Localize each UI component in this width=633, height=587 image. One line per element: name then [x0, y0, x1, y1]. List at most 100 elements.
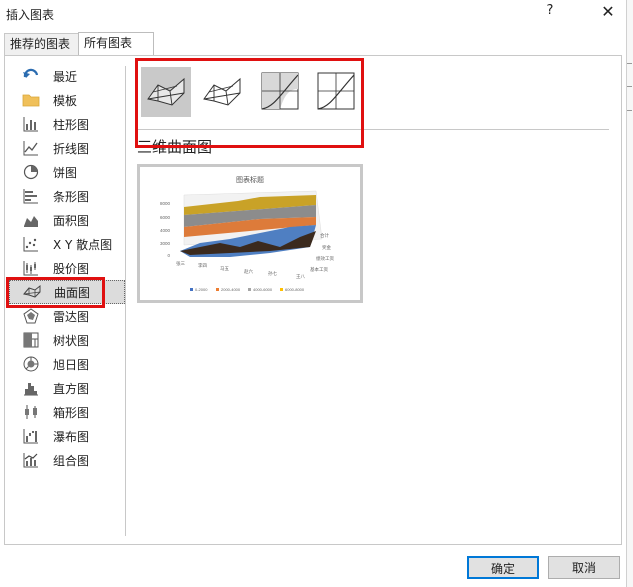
category-label: 瀑布图	[53, 429, 90, 444]
legend-label: 4000-6000	[253, 287, 273, 292]
radar-chart-icon	[21, 307, 41, 325]
category-label: 直方图	[53, 381, 90, 396]
folder-icon	[21, 91, 41, 109]
category-label: 折线图	[53, 141, 90, 156]
category-label: 旭日图	[53, 357, 90, 372]
category-label: X Y 散点图	[53, 237, 113, 252]
preview-y-tick: 3000	[160, 241, 171, 246]
contour-icon	[260, 71, 300, 114]
preview-depth-label: 奖金	[322, 244, 331, 251]
subtype-3d-surface[interactable]	[141, 67, 191, 117]
category-recent[interactable]: 最近	[9, 64, 125, 88]
category-line[interactable]: 折线图	[9, 136, 125, 160]
3d-surface-icon	[144, 71, 188, 114]
chart-preview[interactable]: 图表标题 8000 6000 4000 3000 0 张三 李四 马五 赵六 孙…	[137, 164, 363, 303]
surface-chart-icon	[22, 283, 42, 301]
category-label: 箱形图	[53, 405, 90, 420]
legend-label: 6000-8000	[285, 287, 305, 292]
category-label: 条形图	[53, 189, 90, 204]
preview-x-label: 孙七	[268, 270, 277, 276]
category-label: 雷达图	[53, 309, 90, 324]
preview-depth-label: 基本工资	[310, 266, 328, 273]
background-edge-mark	[627, 86, 632, 87]
category-bar[interactable]: 条形图	[9, 184, 125, 208]
treemap-chart-icon	[21, 331, 41, 349]
preview-chart-title: 图表标题	[236, 175, 264, 184]
category-box-whisker[interactable]: 箱形图	[9, 400, 125, 424]
area-chart-icon	[21, 211, 41, 229]
subtype-contour[interactable]	[255, 67, 305, 117]
dialog-title: 插入图表	[6, 8, 55, 22]
preview-y-tick: 8000	[160, 201, 171, 206]
ok-button[interactable]: 确定	[467, 556, 539, 579]
surface-subtype-gallery	[137, 64, 367, 120]
category-label: 最近	[53, 69, 78, 84]
column-chart-icon	[21, 115, 41, 133]
category-label: 柱形图	[53, 117, 90, 132]
preview-x-label: 赵六	[244, 268, 253, 275]
close-button[interactable]: ✕	[598, 2, 618, 24]
stock-chart-icon	[21, 259, 41, 277]
category-sunburst[interactable]: 旭日图	[9, 352, 125, 376]
subtype-wireframe-3d-surface[interactable]	[197, 67, 247, 117]
category-area[interactable]: 面积图	[9, 208, 125, 232]
chart-category-list: 最近 模板 柱形图 折线图 饼图 条形图 面积图 X Y 散点图 股价图 曲面图…	[9, 64, 125, 472]
histogram-chart-icon	[21, 379, 41, 397]
waterfall-chart-icon	[21, 427, 41, 445]
gallery-divider	[137, 129, 609, 130]
legend-label: 2000-4000	[221, 287, 241, 292]
category-radar[interactable]: 雷达图	[9, 304, 125, 328]
category-label: 模板	[53, 93, 78, 108]
category-templates[interactable]: 模板	[9, 88, 125, 112]
category-surface[interactable]: 曲面图	[9, 280, 125, 304]
category-treemap[interactable]: 树状图	[9, 328, 125, 352]
preview-x-label: 马五	[220, 265, 229, 272]
preview-depth-label: 合计	[320, 232, 329, 239]
wireframe-contour-icon	[316, 71, 356, 114]
line-chart-icon	[21, 139, 41, 157]
panel-divider	[125, 66, 126, 536]
legend-swatch	[190, 288, 193, 291]
box-whisker-chart-icon	[21, 403, 41, 421]
sunburst-chart-icon	[21, 355, 41, 373]
legend-swatch	[248, 288, 251, 291]
category-pie[interactable]: 饼图	[9, 160, 125, 184]
category-label: 组合图	[53, 453, 90, 468]
subtype-wireframe-contour[interactable]	[311, 67, 361, 117]
title-bar: 插入图表 ? ✕	[0, 0, 633, 30]
background-edge-mark	[627, 63, 632, 64]
category-label: 曲面图	[54, 285, 91, 300]
legend-swatch	[280, 288, 283, 291]
category-waterfall[interactable]: 瀑布图	[9, 424, 125, 448]
combo-chart-icon	[21, 451, 41, 469]
category-combo[interactable]: 组合图	[9, 448, 125, 472]
undo-arrow-icon	[21, 67, 41, 85]
category-label: 面积图	[53, 213, 90, 228]
wireframe-3d-surface-icon	[200, 71, 244, 114]
category-label: 饼图	[53, 165, 78, 180]
scatter-chart-icon	[21, 235, 41, 253]
category-column[interactable]: 柱形图	[9, 112, 125, 136]
category-label: 股价图	[53, 261, 90, 276]
background-window-edge	[626, 0, 633, 587]
preview-x-label: 李四	[198, 262, 207, 268]
cancel-button[interactable]: 取消	[548, 556, 620, 579]
all-charts-panel: 最近 模板 柱形图 折线图 饼图 条形图 面积图 X Y 散点图 股价图 曲面图…	[4, 55, 622, 545]
preview-y-tick: 0	[167, 253, 170, 258]
category-histogram[interactable]: 直方图	[9, 376, 125, 400]
preview-y-tick: 6000	[160, 215, 171, 220]
legend-swatch	[216, 288, 219, 291]
tab-recommended-charts[interactable]: 推荐的图表	[4, 33, 80, 55]
category-xy-scatter[interactable]: X Y 散点图	[9, 232, 125, 256]
preview-x-label: 王八	[296, 274, 305, 279]
category-label: 树状图	[53, 333, 90, 348]
category-stock[interactable]: 股价图	[9, 256, 125, 280]
preview-y-tick: 4000	[160, 228, 171, 233]
subtype-title: 三维曲面图	[137, 138, 213, 156]
tab-all-charts[interactable]: 所有图表	[78, 32, 154, 56]
background-edge-mark	[627, 110, 632, 111]
bar-chart-icon	[21, 187, 41, 205]
help-button[interactable]: ?	[541, 3, 559, 25]
preview-depth-label: 绩效工资	[316, 255, 334, 262]
pie-chart-icon	[21, 163, 41, 181]
